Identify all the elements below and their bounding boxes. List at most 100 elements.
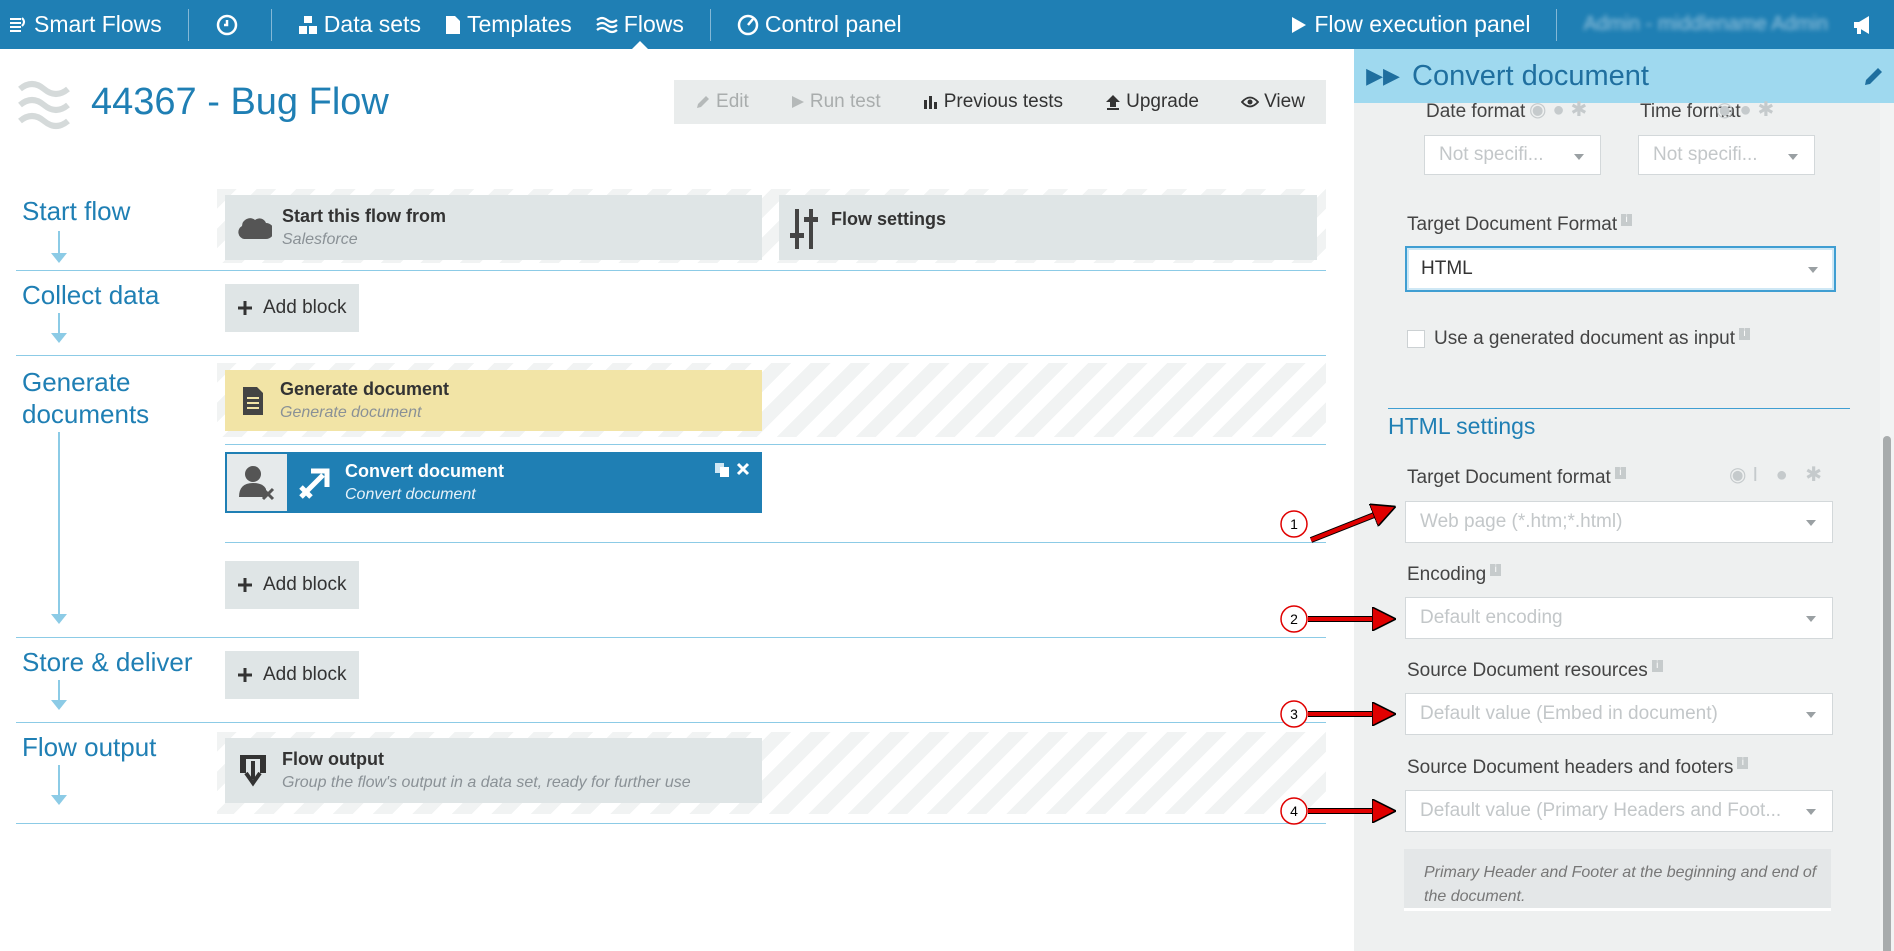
plus-icon — [238, 301, 252, 315]
add-block-button[interactable]: Add block — [225, 284, 359, 332]
section-generate-documents: Generate documents Generate document Gene… — [16, 356, 1326, 638]
target-format-select[interactable]: HTML — [1405, 246, 1836, 292]
flow-output-block[interactable]: Flow output Group the flow's output in a … — [225, 738, 762, 803]
info-icon[interactable]: i — [1614, 467, 1626, 479]
section-title-line1: Generate — [22, 367, 131, 397]
target-format-label: Target Document Format i — [1407, 214, 1633, 236]
section-start-flow: Start flow Start this flow from Salesforc… — [16, 179, 1326, 271]
section-title: Generate documents — [22, 366, 149, 430]
nav-data-sets[interactable]: Data sets — [286, 0, 433, 49]
nav-flows[interactable]: Flows — [584, 0, 696, 49]
info-icon[interactable]: i — [1621, 214, 1633, 226]
date-format-label: Date format — [1426, 101, 1526, 122]
convert-arrow-icon — [299, 468, 330, 499]
time-format-options-icons: ◉●✱ — [1716, 99, 1781, 121]
condition-slot[interactable] — [227, 454, 287, 511]
section-arrow — [51, 765, 67, 805]
info-icon[interactable]: i — [1737, 757, 1749, 769]
nav-templates[interactable]: Templates — [433, 0, 584, 49]
upload-arrow-icon — [1106, 95, 1121, 110]
chevron-down-icon — [1806, 809, 1816, 815]
previous-tests-label: Previous tests — [943, 91, 1064, 112]
nav-templates-label: Templates — [466, 11, 572, 37]
add-block-label: Add block — [263, 664, 347, 685]
info-icon[interactable]: i — [1490, 564, 1502, 576]
upgrade-label: Upgrade — [1126, 91, 1199, 112]
block-subtitle: Salesforce — [282, 231, 358, 248]
date-format-options-icons: ◉●✱ — [1529, 99, 1594, 121]
field-options-icons: ◉I ● ✱ — [1729, 464, 1828, 486]
flows-waves-icon — [596, 16, 618, 33]
view-button[interactable]: View — [1241, 91, 1305, 113]
date-format-select[interactable]: Not specifi... — [1424, 135, 1601, 175]
announcements-button[interactable] — [1840, 0, 1894, 49]
nav-flow-execution[interactable]: Flow execution panel — [1278, 0, 1542, 49]
pencil-icon[interactable] — [1854, 64, 1894, 88]
generate-document-block[interactable]: Generate document Generate document — [225, 370, 762, 431]
run-test-button[interactable]: Run test — [791, 91, 881, 113]
document-icon — [243, 386, 263, 415]
user-name: Admin - middlename Admin — [1583, 13, 1828, 35]
user-menu[interactable]: Admin - middlename Admin — [1571, 0, 1840, 49]
use-generated-checkbox[interactable] — [1407, 330, 1425, 348]
html-settings-heading: HTML settings — [1388, 408, 1850, 440]
panel-title: Convert document — [1412, 59, 1649, 92]
previous-tests-button[interactable]: Previous tests — [923, 91, 1063, 113]
block-subtitle: Convert document — [345, 486, 476, 503]
nav-divider — [270, 8, 272, 41]
info-icon[interactable]: i — [1739, 328, 1751, 340]
scrollbar-thumb[interactable] — [1883, 436, 1891, 951]
html-target-format-select[interactable]: Web page (*.htm;*.html) — [1405, 501, 1833, 543]
add-block-button[interactable]: Add block — [225, 561, 359, 609]
section-arrow — [51, 432, 67, 624]
brand-link[interactable]: Smart Flows — [0, 0, 174, 49]
history-button[interactable] — [203, 0, 257, 49]
nav-flows-label: Flows — [623, 11, 684, 37]
flow-editor: 44367 - Bug Flow Edit Run test Previous … — [0, 49, 1350, 951]
section-arrow — [51, 313, 67, 343]
block-title: Start this flow from — [282, 206, 447, 226]
encoding-select[interactable]: Default encoding — [1405, 597, 1833, 639]
panel-scrollbar[interactable] — [1880, 103, 1894, 951]
headers-footers-select[interactable]: Default value (Primary Headers and Foot.… — [1405, 790, 1833, 832]
nav-divider — [1556, 8, 1558, 41]
chevron-down-icon — [1788, 154, 1798, 160]
chevron-down-icon — [1806, 616, 1816, 622]
view-label: View — [1264, 91, 1305, 112]
panel-header: ▶▶ Convert document — [1354, 49, 1894, 103]
upgrade-button[interactable]: Upgrade — [1105, 91, 1199, 113]
plus-icon — [238, 668, 252, 682]
convert-document-block[interactable]: Convert document Convert document — [225, 452, 762, 513]
block-subtitle: Generate document — [280, 404, 422, 421]
section-title: Store & deliver — [22, 647, 193, 677]
start-source-block[interactable]: Start this flow from Salesforce — [225, 195, 762, 260]
chevron-down-icon — [1806, 520, 1816, 526]
clock-icon — [216, 14, 238, 35]
section-title: Start flow — [22, 196, 131, 226]
collapse-panel-icon[interactable]: ▶▶ — [1354, 63, 1412, 89]
edit-button[interactable]: Edit — [695, 91, 749, 113]
section-arrow — [51, 680, 67, 710]
properties-panel: ▶▶ Convert document Date format ◉●✱ Not … — [1354, 49, 1894, 951]
user-remove-icon — [239, 465, 275, 500]
salesforce-cloud-icon — [238, 217, 272, 239]
nav-divider — [709, 8, 711, 41]
section-arrow — [51, 231, 67, 263]
info-icon[interactable]: i — [1651, 660, 1663, 672]
add-block-label: Add block — [263, 297, 347, 318]
add-block-button[interactable]: Add block — [225, 651, 359, 699]
block-title: Generate document — [280, 379, 450, 399]
close-icon[interactable] — [736, 462, 750, 476]
resources-select[interactable]: Default value (Embed in document) — [1405, 693, 1833, 735]
flow-settings-block[interactable]: Flow settings — [779, 195, 1317, 260]
divider — [225, 444, 1326, 445]
block-subtitle: Group the flow's output in a data set, r… — [282, 774, 691, 791]
copy-icon[interactable] — [714, 462, 730, 478]
block-title: Flow output — [282, 749, 384, 769]
time-format-select[interactable]: Not specifi... — [1638, 135, 1815, 175]
data-sets-icon — [298, 15, 317, 34]
block-title: Flow settings — [831, 209, 947, 229]
edit-label: Edit — [716, 91, 749, 112]
chevron-down-icon — [1806, 712, 1816, 718]
nav-control-panel[interactable]: Control panel — [725, 0, 914, 49]
